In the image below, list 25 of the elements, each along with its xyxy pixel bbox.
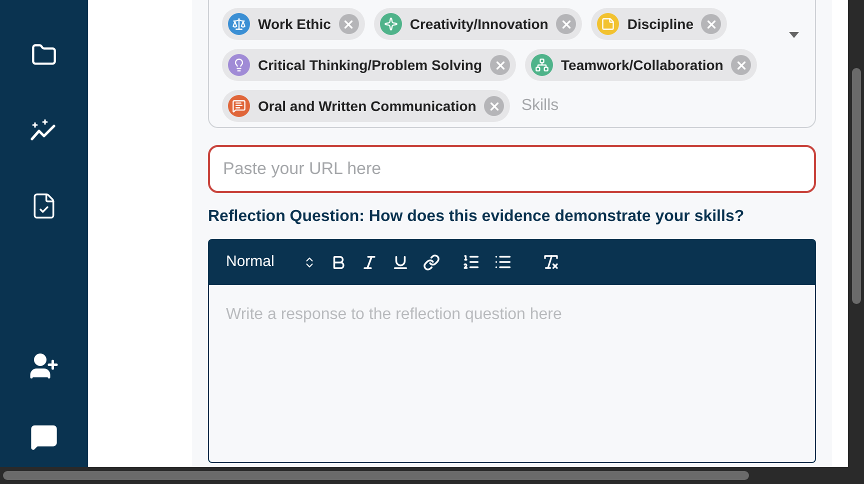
skill-label: Creativity/Innovation: [410, 14, 548, 34]
numbered-list-icon[interactable]: [462, 253, 480, 271]
feedback-icon[interactable]: [30, 423, 58, 451]
italic-icon[interactable]: [361, 254, 378, 270]
response-placeholder: Write a response to the reflection question here: [226, 306, 562, 323]
skill-label: Discipline: [627, 14, 694, 34]
horizontal-scrollbar-thumb[interactable]: [3, 471, 749, 480]
skill-label: Work Ethic: [258, 14, 331, 34]
dropdown-arrow-icon[interactable]: [789, 32, 799, 38]
bulleted-list-icon[interactable]: [494, 253, 512, 271]
skills-placeholder: Skills: [521, 96, 559, 116]
skill-label: Critical Thinking/Problem Solving: [258, 56, 482, 75]
link-icon[interactable]: [423, 254, 440, 270]
skills-select[interactable]: Work Ethic Creativity/Innovation Discipline Critical Thinking/Problem Solving Teamwork/Collaboration Oral and Written Communication Skills: [208, 0, 816, 128]
folder-icon[interactable]: [31, 42, 57, 68]
add-user-icon[interactable]: [29, 351, 59, 381]
reflection-question: Reflection Question: How does this evidence demonstrate your skills?: [208, 207, 746, 227]
skill-label: Teamwork/Collaboration: [561, 56, 724, 74]
vertical-scrollbar-thumb[interactable]: [852, 68, 860, 304]
skill-label: Oral and Written Communication: [258, 96, 476, 116]
underline-icon[interactable]: [392, 254, 409, 270]
format-select[interactable]: Normal: [226, 250, 316, 274]
clear-format-icon[interactable]: [542, 253, 560, 271]
url-input-field[interactable]: Paste your URL here: [208, 145, 816, 193]
sparkle-trend-icon[interactable]: [30, 118, 58, 142]
